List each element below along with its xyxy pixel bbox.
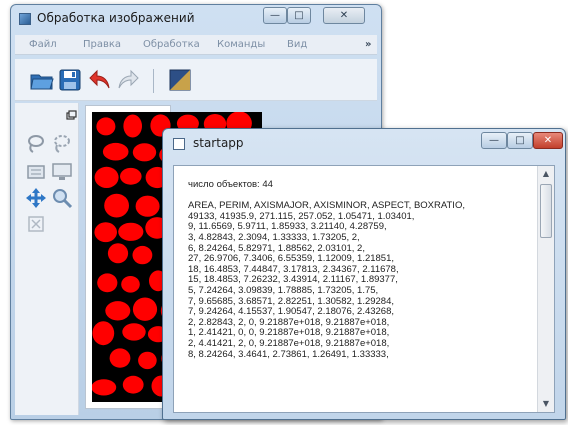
- menu-view[interactable]: Вид: [287, 39, 307, 50]
- menu-processing[interactable]: Обработка: [143, 39, 200, 50]
- console-line: число объектов: 44: [188, 179, 273, 190]
- move-icon[interactable]: [25, 187, 47, 209]
- red-object: [132, 143, 157, 162]
- pin-icon[interactable]: [65, 107, 77, 120]
- menu-edit[interactable]: Правка: [83, 39, 121, 50]
- image-icon[interactable]: [167, 67, 193, 93]
- zoom-icon[interactable]: [51, 187, 73, 209]
- console-line: 2, 4.41421, 2, 0, 9.21887e+018, 9.21887e…: [188, 337, 390, 349]
- main-window-title: Обработка изображений: [37, 11, 195, 25]
- save-icon[interactable]: [57, 67, 83, 93]
- red-object: [109, 348, 131, 368]
- menu-bar: Файл Правка Обработка Команды Вид »: [15, 35, 377, 55]
- menu-file[interactable]: Файл: [29, 39, 57, 50]
- toolbar-separator: [153, 69, 154, 93]
- red-object: [96, 117, 116, 136]
- menu-overflow-chevron[interactable]: »: [365, 39, 371, 50]
- red-object: [97, 273, 118, 293]
- console-window-title: startapp: [193, 136, 244, 150]
- scroll-down-icon[interactable]: ▼: [538, 396, 554, 412]
- red-object: [107, 243, 129, 264]
- console-icon: [173, 138, 185, 150]
- red-object: [102, 142, 129, 161]
- crop-icon[interactable]: [25, 213, 47, 235]
- redo-icon[interactable]: [115, 67, 141, 93]
- console-line: 8, 8.24264, 3.4641, 2.73861, 1.26491, 1.…: [188, 348, 389, 360]
- tools-panel: [15, 103, 79, 415]
- red-object: [122, 323, 146, 341]
- console-maximize-button[interactable]: □: [507, 132, 533, 149]
- red-object: [123, 114, 142, 138]
- scroll-up-icon[interactable]: ▲: [538, 166, 554, 182]
- scroll-thumb[interactable]: [540, 184, 552, 238]
- close-button[interactable]: ✕: [323, 7, 365, 24]
- red-object: [138, 351, 157, 370]
- red-object: [105, 301, 131, 321]
- console-line: 5, 7.24264, 3.09839, 1.78885, 1.73205, 1…: [188, 284, 379, 296]
- red-object: [121, 276, 140, 293]
- rectangle-select-icon[interactable]: [25, 161, 47, 183]
- minimize-button[interactable]: —: [263, 7, 287, 24]
- folder-open-icon[interactable]: [29, 67, 55, 93]
- image-viewport: [85, 105, 262, 409]
- red-object: [122, 375, 144, 394]
- console-titlebar[interactable]: startapp — □ ✕: [163, 129, 565, 157]
- red-object: [118, 222, 144, 241]
- undo-icon[interactable]: [87, 67, 113, 93]
- menu-commands[interactable]: Команды: [217, 39, 265, 50]
- red-object: [94, 222, 117, 243]
- toolbar: [15, 59, 377, 101]
- red-object: [120, 167, 142, 185]
- red-object: [132, 245, 153, 265]
- console-line: 3, 4.82843, 2.3094, 1.33333, 1.73205, 2,: [188, 231, 360, 243]
- console-close-button[interactable]: ✕: [533, 132, 563, 149]
- console-output[interactable]: число объектов: 44 AREA, PERIM, AXISMAJOR…: [173, 165, 555, 413]
- red-object: [135, 195, 160, 217]
- lasso-icon[interactable]: [25, 133, 47, 155]
- red-object: [92, 379, 117, 396]
- vertical-scrollbar[interactable]: ▲ ▼: [537, 166, 554, 412]
- main-titlebar[interactable]: Обработка изображений — □ ✕: [11, 5, 381, 31]
- console-text: число объектов: 44 AREA, PERIM, AXISMAJOR…: [188, 179, 530, 360]
- red-object: [94, 166, 119, 188]
- red-object: [104, 193, 129, 218]
- console-window: startapp — □ ✕ число объектов: 44 AREA, P…: [162, 128, 566, 420]
- monitor-icon[interactable]: [51, 161, 73, 183]
- lasso-alt-icon[interactable]: [51, 133, 73, 155]
- maximize-button[interactable]: □: [287, 7, 311, 24]
- console-minimize-button[interactable]: —: [481, 132, 507, 149]
- red-object: [92, 321, 115, 346]
- red-object: [132, 297, 158, 321]
- app-icon: [19, 13, 31, 25]
